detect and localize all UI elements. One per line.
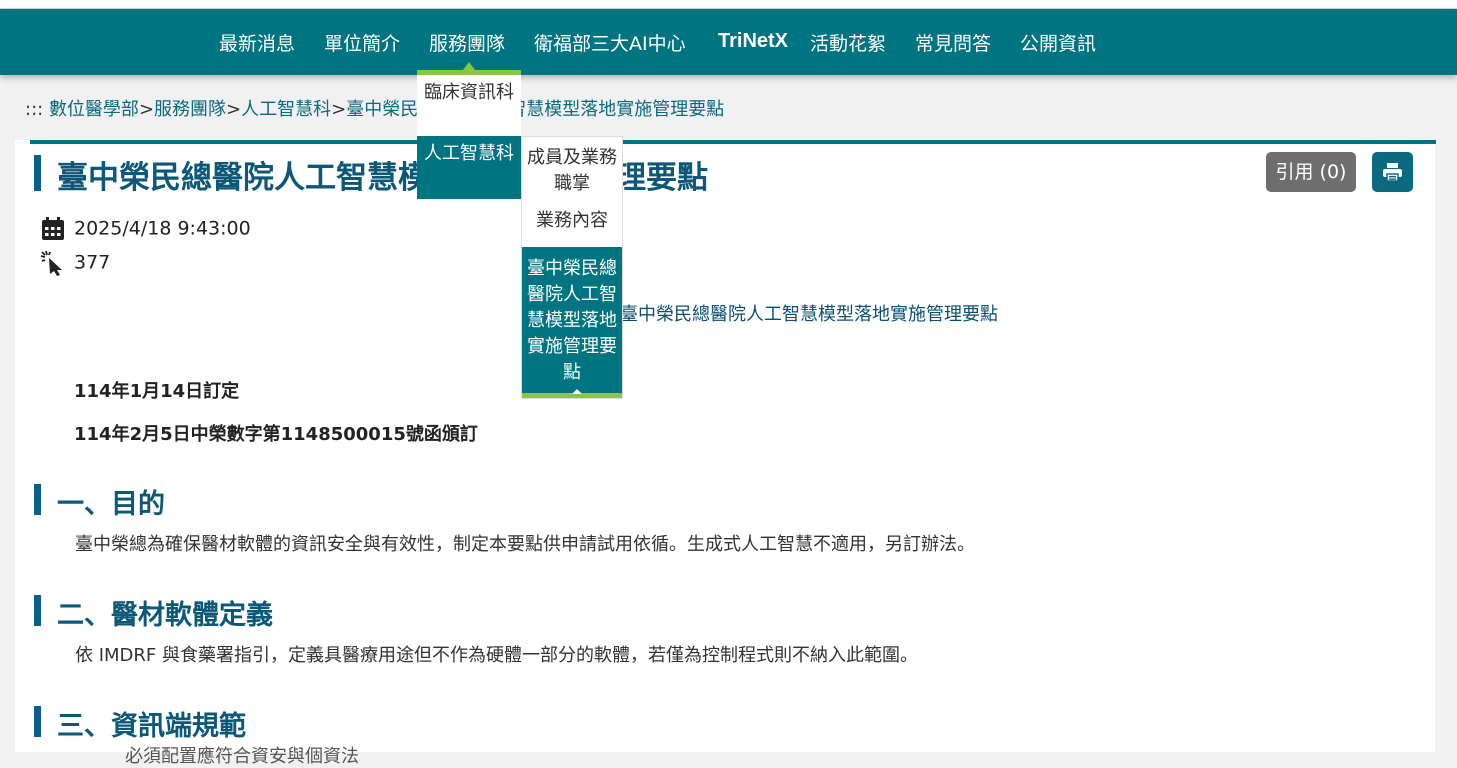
submenu-item-members[interactable]: 成員及業務職掌 — [522, 137, 622, 202]
breadcrumb-current[interactable]: 臺中榮民總醫院人工智慧模型落地實施管理要點 — [346, 99, 724, 120]
nav-ai-centers[interactable]: 衛福部三大AI中心 — [534, 29, 686, 56]
promulgation-note: 114年2月5日中榮數字第1148500015號函頒訂 — [74, 424, 478, 445]
related-link[interactable]: 臺中榮民總醫院人工智慧模型落地實施管理要點 — [620, 300, 998, 326]
breadcrumb-separator: > — [331, 99, 347, 120]
service-team-dropdown: 臨床資訊科 人工智慧科 — [417, 62, 521, 199]
enacted-date: 114年1月14日訂定 — [74, 381, 240, 402]
article-panel: 臺中榮民總醫院人工智慧模型落地實施管理要點 引用 (0) 2025/4/18 9… — [15, 140, 1436, 767]
section-accent-bar — [34, 595, 41, 626]
breadcrumb-ai-dept[interactable]: 人工智慧科 — [241, 99, 331, 120]
nav-public-info[interactable]: 公開資訊 — [1020, 29, 1096, 56]
breadcrumb: ::: 數位醫學部>服務團隊>人工智慧科>臺中榮民總醫院人工智慧模型落地實施管理… — [25, 95, 724, 121]
nav-activities[interactable]: 活動花絮 — [810, 29, 886, 56]
title-accent-bar — [34, 155, 41, 191]
nav-service-team[interactable]: 服務團隊 — [429, 29, 505, 56]
section-body: 依 IMDRF 與食藥署指引，定義具醫療用途但不作為硬體一部分的軟體，若僅為控制… — [75, 645, 918, 666]
submenu-item-business[interactable]: 業務內容 — [522, 202, 622, 247]
views-text: 377 — [74, 251, 111, 274]
section-accent-bar — [34, 706, 41, 737]
ai-dept-submenu: 成員及業務職掌 業務內容 臺中榮民總醫院人工智慧模型落地實施管理要點 — [521, 136, 623, 399]
breadcrumb-anchor[interactable]: ::: — [25, 99, 43, 120]
submenu-item-ai-regulation[interactable]: 臺中榮民總醫院人工智慧模型落地實施管理要點 — [522, 247, 622, 394]
breadcrumb-separator: > — [226, 99, 242, 120]
publish-date: 2025/4/18 9:43:00 — [40, 216, 251, 242]
nav-about[interactable]: 單位簡介 — [324, 29, 400, 56]
dropdown-item-ai-dept[interactable]: 人工智慧科 — [417, 136, 521, 199]
nav-faq[interactable]: 常見問答 — [915, 29, 991, 56]
printer-icon — [1383, 163, 1402, 182]
calendar-icon — [42, 217, 64, 240]
section-body: 必須配置應符合資安與個資法 — [125, 746, 359, 767]
section-title: 一、目的 — [57, 489, 165, 520]
section-title: 三、資訊端規範 — [57, 711, 246, 742]
breadcrumb-digital-medicine[interactable]: 數位醫學部 — [49, 99, 139, 120]
print-button[interactable] — [1372, 152, 1413, 192]
dropdown-item-clinical-info[interactable]: 臨床資訊科 — [417, 75, 521, 136]
click-cursor-icon — [40, 250, 62, 276]
section-accent-bar — [34, 484, 41, 515]
date-text: 2025/4/18 9:43:00 — [74, 217, 251, 240]
nav-trinetx[interactable]: TriNetX — [718, 30, 788, 53]
breadcrumb-service-team[interactable]: 服務團隊 — [154, 99, 226, 120]
section-title: 二、醫材軟體定義 — [57, 600, 273, 631]
article-top-border — [30, 140, 1436, 144]
top-strip — [0, 0, 1457, 9]
view-count: 377 — [40, 250, 110, 276]
breadcrumb-separator: > — [138, 99, 155, 120]
dropdown-top-accent — [417, 62, 521, 75]
nav-latest-news[interactable]: 最新消息 — [219, 29, 295, 56]
cite-button[interactable]: 引用 (0) — [1266, 152, 1356, 192]
main-nav: 最新消息 單位簡介 服務團隊 衛福部三大AI中心 TriNetX 活動花絮 常見… — [0, 9, 1457, 75]
section-body: 臺中榮總為確保醫材軟體的資訊安全與有效性，制定本要點供申請試用依循。生成式人工智… — [75, 534, 975, 555]
